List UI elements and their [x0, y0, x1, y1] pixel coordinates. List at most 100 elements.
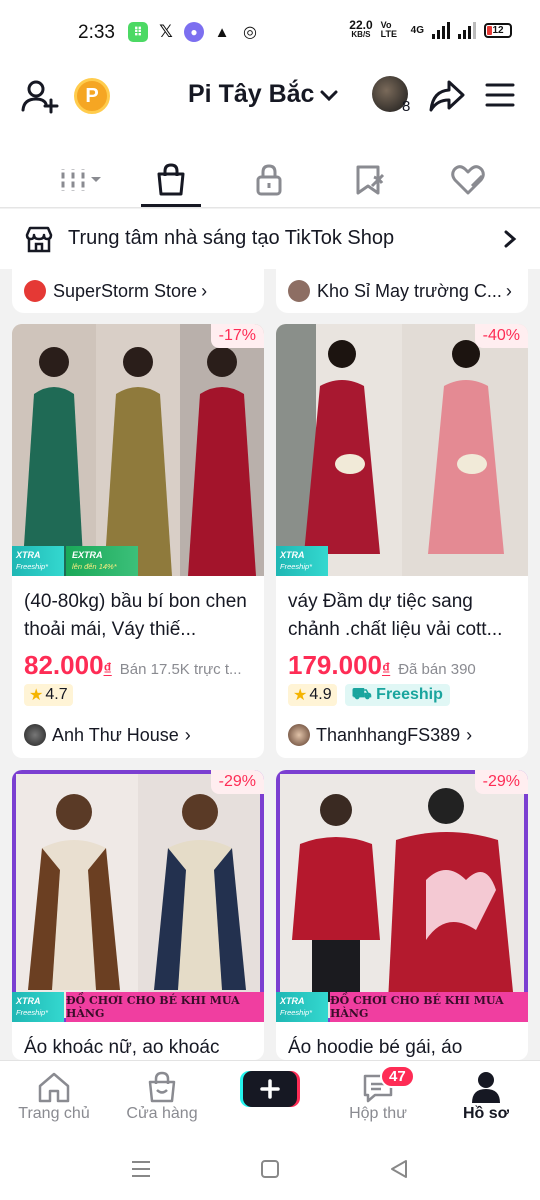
freeship-badge: ⛟ Freeship: [344, 684, 450, 706]
friend-avatar-count: 8: [402, 98, 411, 115]
coin-icon[interactable]: P: [74, 78, 110, 114]
product-title: váy Đầm dự tiệc sang chảnh .chất liệu vả…: [288, 591, 503, 640]
status-time: 2:33: [78, 22, 115, 43]
shopping-bag-icon: [157, 163, 185, 196]
chevron-down-icon: [320, 90, 338, 101]
xtra-freeship-badge: XTRA Freeship*: [12, 992, 64, 1022]
profile-icon: [472, 1072, 500, 1103]
promo-banner: ĐỒ CHƠI CHO BÉ KHI MUA HÀNG: [66, 992, 264, 1022]
plus-icon: [240, 1071, 300, 1107]
chevron-right-icon: ›: [505, 280, 512, 301]
product-card[interactable]: -40% XTRA Freeship* váy Đầm dự tiệc sang …: [276, 324, 528, 758]
store-logo-1: [24, 280, 46, 302]
nav-inbox-label: Hộp thư: [349, 1105, 407, 1122]
seller-link[interactable]: ThanhhangFS389 ›: [288, 724, 472, 746]
signal-icon: [432, 21, 450, 39]
xtra-sub: Freeship*: [16, 562, 49, 571]
rating-value: 4.9: [309, 686, 332, 703]
rating-badge: ★ 4.9: [288, 684, 337, 706]
store-name-2: Kho Sỉ May trường C...: [317, 280, 502, 301]
back-icon[interactable]: [388, 1158, 410, 1180]
store-icon: [25, 226, 53, 253]
truck-icon: ⛟: [351, 686, 377, 703]
create-button[interactable]: [240, 1069, 300, 1109]
store-link-2[interactable]: Kho Sỉ May trường C... ›: [276, 269, 528, 313]
chevron-right-icon: ›: [466, 724, 473, 745]
product-card[interactable]: -29% XTRA Freeship* ĐỒ CHƠI CHO BÉ KHI MU…: [276, 770, 528, 1060]
grid-icon: [58, 169, 101, 191]
system-nav-bar: [0, 1140, 540, 1200]
xtra-freeship-badge: XTRA Freeship*: [276, 992, 328, 1022]
seller-avatar: [288, 724, 310, 746]
seller-name: ThanhhangFS389: [316, 724, 461, 745]
discount-badge: -17%: [210, 324, 264, 348]
profile-name-switcher[interactable]: Pi Tây Bắc: [188, 80, 340, 109]
xtra-freeship-badge: XTRA Freeship*: [276, 546, 328, 576]
rating-badge: ★ 4.7: [24, 684, 73, 706]
star-icon: ★: [293, 687, 308, 704]
net-speed-value: 22.0: [349, 18, 373, 32]
product-image: -17% XTRA Freeship* EXTRA lên đến 14%*: [12, 324, 264, 576]
rating-value: 4.7: [45, 686, 68, 703]
seller-link[interactable]: Anh Thư House ›: [24, 724, 191, 746]
sold-count: Đã bán 390: [398, 661, 476, 678]
product-title: (40-80kg) bầu bí bon chen thoải mái, Váy…: [24, 591, 247, 640]
sold-count: Bán 17.5K trực t...: [119, 661, 242, 678]
net-speed: 22.0 KB/S: [349, 18, 373, 40]
bookmark-tag-icon: [356, 165, 385, 195]
sync-icon: ◎: [243, 24, 257, 41]
home-button-icon[interactable]: [259, 1158, 281, 1180]
x-app-icon: 𝕏: [159, 22, 173, 41]
tab-videos-grid[interactable]: [48, 158, 108, 202]
battery-level: 12: [492, 24, 504, 36]
tab-reposts[interactable]: [340, 158, 400, 202]
tab-liked[interactable]: [438, 158, 498, 202]
volte-label: Vo LTE: [380, 20, 397, 39]
product-card[interactable]: -29% XTRA Freeship* ĐỒ CHƠI CHO BÉ KHI MU…: [12, 770, 264, 1060]
product-image: -29% XTRA Freeship* ĐỒ CHƠI CHO BÉ KHI MU…: [12, 770, 264, 1022]
chevron-right-icon: [504, 230, 517, 248]
drive-icon: ▲: [214, 23, 230, 41]
xtra-label: XTRA: [280, 996, 305, 1006]
xtra-label: XTRA: [280, 550, 305, 560]
store-link-1[interactable]: SuperStorm Store ›: [12, 269, 264, 313]
nav-profile[interactable]: Hồ sơ: [436, 1069, 536, 1123]
discount-badge: -40%: [474, 324, 528, 348]
price-currency: ₫: [381, 661, 391, 678]
menu-icon[interactable]: [484, 80, 516, 110]
product-card[interactable]: -17% XTRA Freeship* EXTRA lên đến 14%* (40…: [12, 324, 264, 758]
freeship-label: Freeship: [376, 686, 443, 703]
chevron-right-icon: ›: [184, 724, 191, 745]
add-friend-icon[interactable]: [20, 76, 60, 116]
shop-creator-center-row[interactable]: Trung tâm nhà sáng tạo TikTok Shop: [0, 209, 540, 269]
store-logo-2: [288, 280, 310, 302]
network-type: 4G: [410, 24, 424, 36]
friends-avatar-button[interactable]: 8: [372, 76, 412, 116]
messenger-icon: ●: [184, 22, 204, 42]
shopping-bag-icon: [148, 1071, 176, 1103]
product-image: -40% XTRA Freeship*: [276, 324, 528, 576]
bottom-nav: Trang chủ Cửa hàng Hộp thư 47 Hồ sơ: [0, 1060, 540, 1140]
home-icon: [38, 1072, 70, 1103]
signal-icon-2: [458, 21, 476, 39]
status-bar: 2:33 ⠿ 𝕏 ● ▲ ◎ 22.0 KB/S Vo LTE 4G 12: [0, 0, 540, 68]
profile-name: Pi Tây Bắc: [188, 80, 315, 108]
nav-home[interactable]: Trang chủ: [4, 1069, 104, 1123]
share-icon[interactable]: [428, 78, 466, 114]
xtra-sub: Freeship*: [16, 1008, 49, 1017]
nav-shop[interactable]: Cửa hàng: [112, 1069, 212, 1123]
recent-apps-icon[interactable]: [130, 1158, 152, 1180]
shop-creator-center-label: Trung tâm nhà sáng tạo TikTok Shop: [68, 227, 395, 249]
seller-name: Anh Thư House: [52, 724, 179, 745]
tab-shop[interactable]: [141, 158, 201, 202]
xtra-label: XTRA: [16, 550, 41, 560]
tab-private[interactable]: [239, 158, 299, 202]
store-name-1: SuperStorm Store: [53, 280, 198, 301]
xtra-freeship-badge: XTRA Freeship*: [12, 546, 64, 576]
xtra-sub: Freeship*: [280, 1008, 313, 1017]
product-image: -29% XTRA Freeship* ĐỒ CHƠI CHO BÉ KHI MU…: [276, 770, 528, 1022]
xtra-label: XTRA: [16, 996, 41, 1006]
product-title: Áo hoodie bé gái, áo: [288, 1037, 463, 1058]
status-app-icons: ⠿ 𝕏 ● ▲ ◎: [128, 22, 260, 42]
rating-row: ★ 4.7: [24, 684, 73, 706]
